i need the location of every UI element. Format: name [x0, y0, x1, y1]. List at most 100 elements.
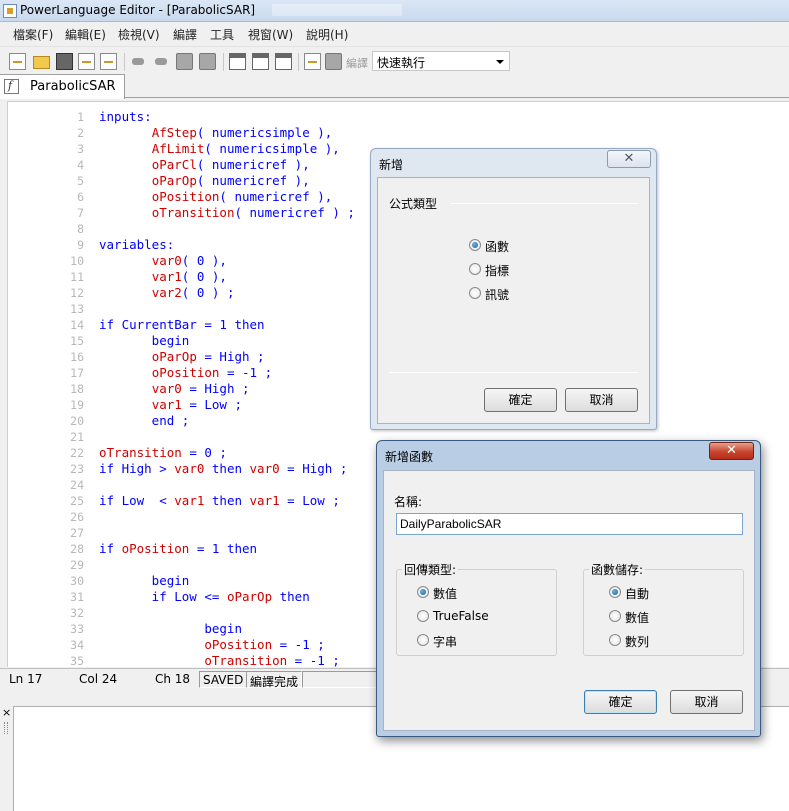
menu-window[interactable]: 視窗(W) [248, 26, 293, 43]
radio-return-string[interactable] [417, 634, 429, 646]
group-divider [451, 203, 638, 204]
code-text: oPosition = -1 ; [151, 365, 273, 380]
storage-group [583, 569, 744, 656]
open-folder-icon[interactable] [33, 56, 50, 69]
line-number: 13 [70, 302, 84, 316]
radio-storage-numeric[interactable] [609, 610, 621, 622]
radio-function[interactable] [469, 239, 481, 251]
line-number: 10 [70, 254, 84, 268]
variable-token: var1 [151, 397, 182, 412]
variable-token: AfStep [151, 125, 197, 140]
variable-token: var1 [249, 493, 280, 508]
cancel-button[interactable]: 取消 [670, 690, 743, 714]
option-indicator-label: 指標 [485, 264, 510, 278]
window-title: PowerLanguage Editor - [ParabolicSAR] [20, 3, 256, 17]
close-icon: ✕ [623, 151, 635, 166]
line-number: 31 [70, 590, 84, 604]
tab-parabolicsar[interactable]: ParabolicSAR [0, 74, 125, 99]
return-string-label: 字串 [433, 635, 458, 649]
line-number: 25 [70, 494, 84, 508]
line-number: 20 [70, 414, 84, 428]
ok-button[interactable]: 確定 [584, 690, 657, 714]
menu-file[interactable]: 檔案(F) [13, 26, 53, 43]
compile-icon[interactable] [304, 53, 321, 70]
code-text: oParOp = High ; [151, 349, 265, 364]
name-label: 名稱: [394, 495, 423, 509]
tile-vertical-icon[interactable] [275, 53, 292, 70]
return-numeric-label: 數值 [433, 587, 458, 601]
code-text: inputs: [99, 109, 152, 124]
find-icon[interactable] [176, 53, 193, 70]
radio-storage-auto[interactable] [609, 586, 621, 598]
variable-token: oPosition [121, 541, 190, 556]
line-number: 17 [70, 366, 84, 380]
variable-token: var1 [174, 493, 205, 508]
storage-numeric-label: 數值 [625, 611, 650, 625]
line-number: 19 [70, 398, 84, 412]
properties-icon[interactable] [100, 53, 117, 70]
line-number: 8 [77, 222, 84, 236]
code-text: if High > var0 then var0 = High ; [99, 461, 348, 476]
bottom-divider [389, 372, 638, 373]
toolbar-separator [124, 53, 125, 71]
code-text: var1( 0 ), [151, 269, 227, 284]
line-number: 6 [77, 190, 84, 204]
code-text: begin [99, 333, 190, 348]
status-compile: 編譯完成 [246, 671, 303, 689]
close-button[interactable]: ✕ [709, 442, 754, 460]
code-text: oPosition( numericref ), [151, 189, 333, 204]
new-file-icon[interactable] [9, 53, 26, 70]
compile-all-icon[interactable] [325, 53, 342, 70]
line-number: 15 [70, 334, 84, 348]
cascade-windows-icon[interactable] [229, 53, 246, 70]
menu-help[interactable]: 說明(H) [306, 26, 348, 43]
return-truefalse-label: TrueFalse [433, 609, 489, 623]
radio-storage-series[interactable] [609, 634, 621, 646]
output-grip-handle[interactable] [4, 722, 8, 734]
save-all-icon[interactable] [78, 53, 95, 70]
variable-token: oPosition [151, 189, 220, 204]
document-tab-strip: ParabolicSAR [0, 74, 789, 99]
status-column: Col 24 [79, 672, 118, 686]
line-number: 28 [70, 542, 84, 556]
undo-icon[interactable] [130, 53, 147, 70]
run-mode-value: 快速執行 [377, 56, 426, 70]
line-number: 34 [70, 638, 84, 652]
line-number: 32 [70, 606, 84, 620]
find-replace-icon[interactable] [199, 53, 216, 70]
cancel-button[interactable]: 取消 [565, 388, 638, 412]
menu-view[interactable]: 檢視(V) [118, 26, 160, 43]
code-text: var2( 0 ) ; [151, 285, 235, 300]
toolbar-separator [298, 53, 299, 71]
output-close-icon[interactable]: × [2, 706, 11, 719]
close-button[interactable]: ✕ [607, 150, 651, 168]
variable-token: oParCl [151, 157, 197, 172]
new-function-dialog: 新增函數 ✕ 名稱: DailyParabolicSAR 回傳類型: 數值 Tr… [376, 440, 761, 737]
line-number: 30 [70, 574, 84, 588]
code-text: oParCl( numericref ), [151, 157, 310, 172]
save-icon[interactable] [56, 53, 73, 70]
tile-horizontal-icon[interactable] [252, 53, 269, 70]
line-number: 4 [77, 158, 84, 172]
line-number: 29 [70, 558, 84, 572]
menu-tools[interactable]: 工具 [210, 26, 234, 43]
line-number: 2 [77, 126, 84, 140]
radio-return-truefalse[interactable] [417, 610, 429, 622]
function-name-input[interactable]: DailyParabolicSAR [396, 513, 743, 535]
radio-return-numeric[interactable] [417, 586, 429, 598]
line-number: 16 [70, 350, 84, 364]
code-text: oTransition( numericref ) ; [151, 205, 355, 220]
radio-indicator[interactable] [469, 263, 481, 275]
menu-compile[interactable]: 編譯 [173, 26, 197, 43]
menu-edit[interactable]: 編輯(E) [65, 26, 106, 43]
radio-signal[interactable] [469, 287, 481, 299]
run-mode-select[interactable]: 快速執行 [372, 51, 510, 71]
code-text: variables: [99, 237, 175, 252]
storage-auto-label: 自動 [625, 587, 650, 601]
variable-token: oPosition [204, 637, 273, 652]
status-empty-pane [302, 671, 378, 688]
line-number: 14 [70, 318, 84, 332]
line-number: 1 [77, 110, 84, 124]
redo-icon[interactable] [153, 53, 170, 70]
ok-button[interactable]: 確定 [484, 388, 557, 412]
